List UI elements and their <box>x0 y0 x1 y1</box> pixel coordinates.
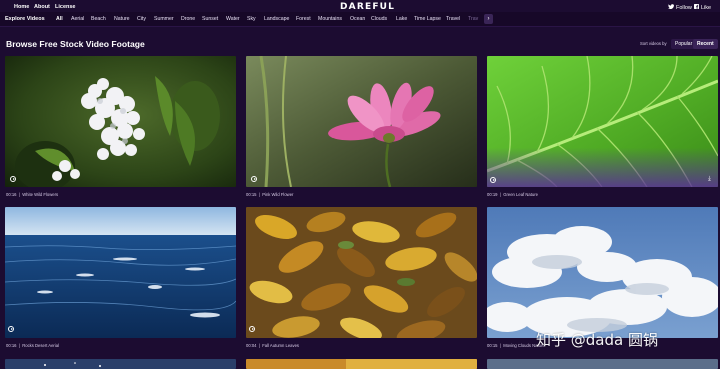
category-city[interactable]: City <box>135 15 148 23</box>
caption-white-wild-flowers: 00:16 | White Wild Flowers <box>6 192 59 197</box>
caption-pink-wild-flower: 00:15 | Pink Wild Flower <box>246 192 294 197</box>
category-travel[interactable]: Travel <box>444 15 462 23</box>
video-card-partial-2[interactable] <box>246 359 477 369</box>
category-sunset[interactable]: Sunset <box>200 15 220 23</box>
video-title[interactable]: White Wild Flowers <box>22 192 58 197</box>
caption-fall-autumn-leaves: 00:04 | Fall Autumn Leaves <box>246 343 300 348</box>
follow-label: Follow <box>676 4 692 11</box>
category-sky[interactable]: Sky <box>245 15 258 23</box>
thumbnail-partial-2 <box>246 359 477 369</box>
caption-rocks-desert-aerial: 00:16 | Rocks Desert Aerial <box>6 343 60 348</box>
video-title[interactable]: Fall Autumn Leaves <box>262 343 299 348</box>
thumbnail-partial-1 <box>5 359 236 369</box>
like-button[interactable]: Like <box>694 4 711 11</box>
video-card-fall-autumn-leaves[interactable] <box>246 207 477 338</box>
play-icon[interactable] <box>490 177 496 183</box>
twitter-bird-icon <box>668 4 675 11</box>
video-duration: 00:16 <box>6 192 17 197</box>
play-icon[interactable] <box>251 176 257 182</box>
thumbnail-moving-clouds-nature <box>487 207 718 338</box>
category-landscape[interactable]: Landscape <box>262 15 291 23</box>
category-water[interactable]: Water <box>224 15 242 23</box>
follow-button[interactable]: Follow <box>668 4 692 11</box>
video-card-rocks-desert-aerial[interactable] <box>5 207 236 338</box>
explore-videos-label: Explore Videos <box>5 16 45 22</box>
video-card-partial-1[interactable] <box>5 359 236 369</box>
video-card-partial-3[interactable] <box>487 359 718 369</box>
thumbnail-green-leaf-nature <box>487 56 718 187</box>
play-icon[interactable] <box>10 176 16 182</box>
page-title: Browse Free Stock Video Footage <box>6 39 145 49</box>
video-duration: 00:15 <box>246 192 257 197</box>
thumbnail-pink-wild-flower <box>246 56 477 187</box>
nav-link-about[interactable]: About <box>34 4 50 10</box>
category-time-lapse[interactable]: Time Lapse <box>412 15 443 23</box>
video-duration: 00:04 <box>246 343 257 348</box>
video-duration: 00:19 <box>487 192 498 197</box>
category-drone[interactable]: Drone <box>179 15 197 23</box>
watermark: 知乎 @dada 圆锅 <box>536 331 658 349</box>
video-title[interactable]: Green Leaf Nature <box>503 192 538 197</box>
category-all[interactable]: All <box>54 15 65 23</box>
thumbnail-fall-autumn-leaves <box>246 207 477 338</box>
facebook-icon <box>694 4 699 11</box>
thumbnail-rocks-desert-aerial <box>5 207 236 338</box>
video-title[interactable]: Rocks Desert Aerial <box>22 343 59 348</box>
sort-recent-button[interactable]: Recent <box>693 38 718 49</box>
category-mountains[interactable]: Mountains <box>316 15 344 23</box>
video-card-moving-clouds-nature[interactable] <box>487 207 718 338</box>
video-duration: 00:15 <box>487 343 498 348</box>
video-duration: 00:16 <box>6 343 17 348</box>
category-truncated[interactable]: Trav <box>466 15 480 23</box>
chevron-right-icon: › <box>487 16 490 22</box>
category-summer[interactable]: Summer <box>152 15 176 23</box>
category-nature[interactable]: Nature <box>112 15 132 23</box>
thumbnail-partial-3 <box>487 359 718 369</box>
category-lake[interactable]: Lake <box>394 15 409 23</box>
category-forest[interactable]: Forest <box>294 15 313 23</box>
category-ocean[interactable]: Ocean <box>348 15 367 23</box>
video-card-white-wild-flowers[interactable] <box>5 56 236 187</box>
sort-label: Sort videos by <box>640 41 667 46</box>
play-icon[interactable] <box>8 326 14 332</box>
download-icon[interactable]: ⤓ <box>706 176 713 183</box>
category-aerial[interactable]: Aerial <box>69 15 86 23</box>
video-card-pink-wild-flower[interactable] <box>246 56 477 187</box>
dareful-logo[interactable]: DAREFUL <box>340 2 395 12</box>
nav-link-home[interactable]: Home <box>14 4 29 10</box>
category-beach[interactable]: Beach <box>89 15 108 23</box>
thumbnail-white-wild-flowers <box>5 56 236 187</box>
category-bar: Explore Videos All Aerial Beach Nature C… <box>0 12 720 27</box>
like-label: Like <box>701 4 712 11</box>
category-clouds[interactable]: Clouds <box>369 15 389 23</box>
video-title[interactable]: Pink Wild Flower <box>262 192 293 197</box>
play-icon[interactable] <box>249 326 255 332</box>
nav-link-license[interactable]: License <box>55 4 75 10</box>
category-next-button[interactable]: › <box>484 14 493 24</box>
caption-green-leaf-nature: 00:19 | Green Leaf Nature <box>487 192 538 197</box>
video-card-green-leaf-nature[interactable]: ⤓ <box>487 56 718 187</box>
